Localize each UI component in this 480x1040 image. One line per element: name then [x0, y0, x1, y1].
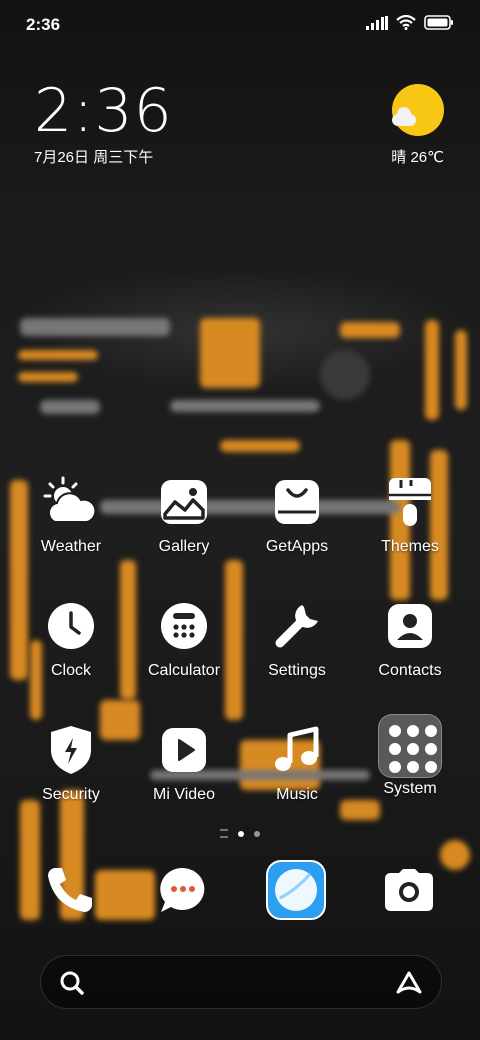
messages-icon: [157, 864, 209, 921]
app-label: GetApps: [265, 538, 329, 555]
settings-wrench-icon: [267, 596, 327, 656]
gallery-icon: [154, 472, 214, 532]
music-icon: [267, 720, 327, 780]
wifi-icon: [396, 14, 416, 35]
app-settings[interactable]: Settings: [242, 596, 352, 680]
status-bar: 2:36: [0, 0, 480, 50]
signal-icon: [366, 15, 388, 35]
app-system-folder[interactable]: System: [355, 714, 465, 798]
camera-icon: [383, 867, 435, 918]
app-clock[interactable]: Clock: [16, 596, 126, 680]
battery-icon: [424, 15, 454, 35]
dock-phone[interactable]: [40, 862, 100, 922]
page-indicator-lines-icon: [220, 829, 228, 838]
app-contacts[interactable]: Contacts: [355, 596, 465, 680]
app-gallery[interactable]: Gallery: [129, 472, 239, 556]
search-icon[interactable]: [59, 970, 85, 1001]
app-label: Calculator: [147, 662, 221, 679]
weather-icon: [41, 472, 101, 532]
app-label: Contacts: [378, 662, 442, 679]
security-shield-icon: [41, 720, 101, 780]
app-music[interactable]: Music: [242, 720, 352, 804]
system-folder-icon: [378, 714, 442, 778]
dock-browser[interactable]: [266, 859, 326, 925]
clock-icon: [41, 596, 101, 656]
app-label: Music: [276, 786, 318, 803]
weather-widget[interactable]: 晴 26℃: [354, 84, 444, 174]
app-label: Clock: [50, 662, 91, 679]
app-label: Security: [42, 786, 100, 803]
assistant-icon[interactable]: [395, 970, 423, 1001]
page-dot: [254, 830, 260, 837]
widget-date: 7月26日 周三下午: [34, 149, 154, 166]
mi-video-icon: [154, 720, 214, 780]
app-getapps[interactable]: GetApps: [242, 472, 352, 556]
status-time: 2:36: [26, 15, 61, 34]
contacts-icon: [380, 596, 440, 656]
app-label: Mi Video: [153, 786, 215, 803]
app-label: Weather: [40, 538, 102, 555]
page-indicator[interactable]: [0, 829, 480, 838]
app-themes[interactable]: Themes: [355, 472, 465, 556]
app-label: Gallery: [158, 538, 210, 555]
browser-icon: [266, 859, 326, 925]
app-label: Settings: [268, 662, 326, 679]
phone-icon: [44, 864, 96, 921]
widget-time: 2:36: [34, 76, 173, 146]
themes-icon: [380, 472, 440, 532]
dock-camera[interactable]: [379, 862, 439, 922]
search-bar[interactable]: [40, 955, 442, 1009]
page-dot-active: [238, 830, 244, 837]
app-calculator[interactable]: Calculator: [129, 596, 239, 680]
app-label: Themes: [381, 538, 439, 555]
getapps-icon: [267, 472, 327, 532]
dock-messages[interactable]: [153, 862, 213, 922]
clock-widget[interactable]: 2:36 7月26日 周三下午: [34, 78, 173, 167]
app-mi-video[interactable]: Mi Video: [129, 720, 239, 804]
weather-condition-temp: 晴 26℃: [391, 149, 444, 166]
calculator-icon: [154, 596, 214, 656]
app-security[interactable]: Security: [16, 720, 126, 804]
app-label: System: [383, 780, 437, 797]
app-weather[interactable]: Weather: [16, 472, 126, 556]
